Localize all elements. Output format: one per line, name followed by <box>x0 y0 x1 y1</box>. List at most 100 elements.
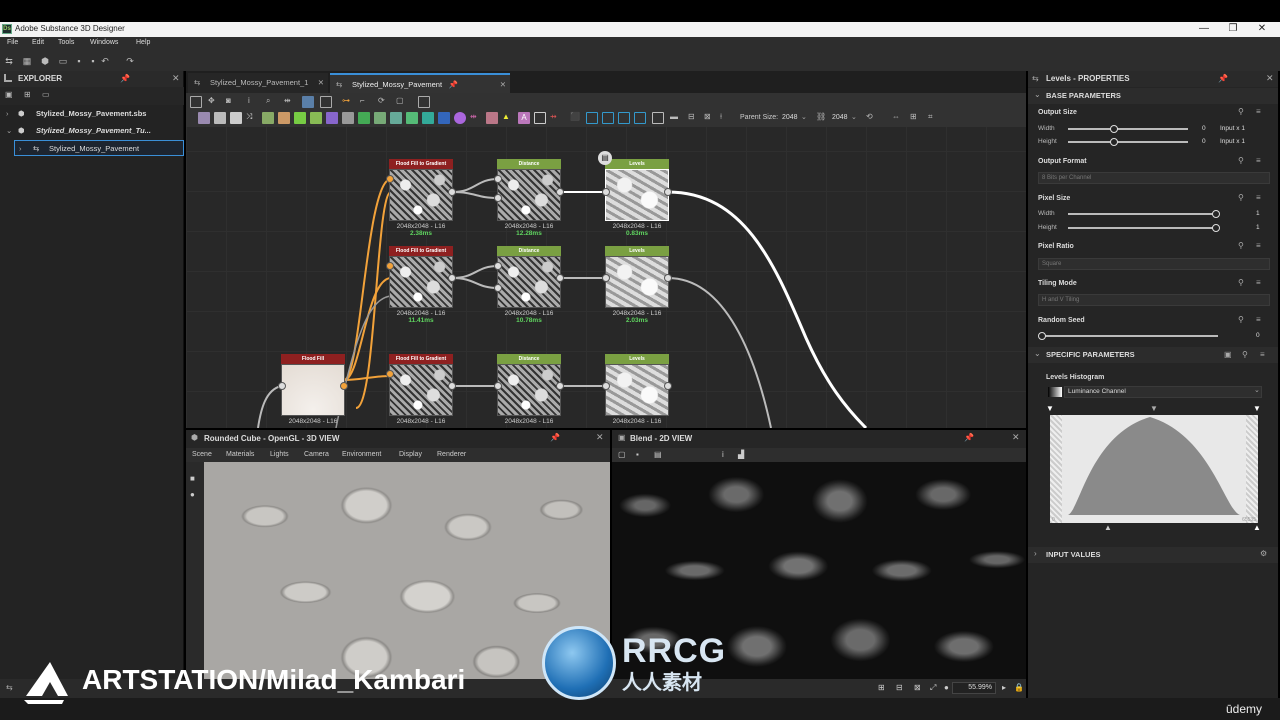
menu-file[interactable]: File <box>7 39 18 46</box>
snap-icon[interactable] <box>418 96 430 108</box>
pin-icon[interactable]: 📌 <box>449 75 458 95</box>
input-socket[interactable] <box>386 262 394 270</box>
console-icon[interactable]: ⇆ <box>6 683 13 692</box>
link-icon[interactable]: ⚲ <box>1238 156 1244 165</box>
open-icon[interactable]: ▭ <box>42 90 50 99</box>
chevron-down-icon[interactable]: ⌄ <box>6 123 12 139</box>
input-socket[interactable] <box>602 188 610 196</box>
menu-lights[interactable]: Lights <box>270 451 289 458</box>
node-pixel-processor-icon[interactable] <box>454 112 466 124</box>
random-seed-slider[interactable] <box>1042 335 1218 337</box>
package-icon[interactable]: ⬢ <box>40 56 50 66</box>
node-bitmap-icon[interactable] <box>198 112 210 124</box>
view-tree-icon[interactable] <box>618 112 630 124</box>
link-size-icon[interactable]: ⛓ <box>816 112 828 124</box>
node-hsl-icon[interactable] <box>326 112 338 124</box>
settings-icon[interactable]: ⚙ <box>1260 549 1267 558</box>
node-switch-icon[interactable] <box>486 112 498 124</box>
pixel-height-slider[interactable] <box>1068 227 1218 229</box>
search-icon[interactable]: ⌕ <box>266 96 278 108</box>
pin-node-icon[interactable]: ⬛ <box>570 112 582 124</box>
tab-graph-1[interactable]: ⇆ Stylized_Mossy_Pavement_1 ✕ <box>188 73 328 93</box>
section-base-parameters[interactable]: BASE PARAMETERS <box>1028 88 1278 104</box>
input-socket[interactable] <box>494 284 502 292</box>
node-blend-icon[interactable] <box>230 112 242 124</box>
link-icon[interactable]: ⚲ <box>1238 315 1244 324</box>
output-socket[interactable] <box>448 188 456 196</box>
channel-dropdown[interactable]: Luminance Channel <box>1064 386 1262 398</box>
node-distance[interactable]: Distance 2048x2048 - L16 <box>497 354 561 425</box>
export-icon[interactable]: ⊟ <box>688 112 700 124</box>
input-socket[interactable] <box>494 194 502 202</box>
close-icon[interactable]: ✕ <box>596 432 604 443</box>
pixel-ratio-dropdown[interactable]: Square <box>1038 258 1270 270</box>
input-socket[interactable] <box>494 175 502 183</box>
snap-grid-icon[interactable]: ⌗ <box>928 112 940 124</box>
layout-icon[interactable]: ▣ <box>1224 350 1232 359</box>
grid-icon[interactable] <box>320 96 332 108</box>
menu-icon[interactable]: ≡ <box>1256 278 1261 287</box>
copy-icon[interactable]: ▤ <box>654 450 662 459</box>
save-all-icon[interactable]: ▪ <box>88 56 98 66</box>
node-gradient-icon[interactable] <box>294 112 306 124</box>
output-height-knob[interactable] <box>1110 138 1118 146</box>
output-socket[interactable] <box>664 382 672 390</box>
tile-icon[interactable]: ⊟ <box>896 683 903 692</box>
frame-select-icon[interactable]: ▢ <box>396 96 408 108</box>
input-socket[interactable] <box>602 382 610 390</box>
node-value-icon[interactable]: ⇹ <box>470 112 482 124</box>
menu-windows[interactable]: Windows <box>90 39 118 46</box>
comment-icon[interactable]: ⇸ <box>550 112 562 124</box>
menu-icon[interactable]: ≡ <box>1256 156 1261 165</box>
settings-icon[interactable]: ≡ <box>1260 350 1265 359</box>
light-icon[interactable]: ● <box>190 490 195 499</box>
node-flood-fill-to-gradient[interactable]: Flood Fill to Gradient 2048x2048 - L16 2… <box>389 159 453 237</box>
node-uniform-icon[interactable] <box>214 112 226 124</box>
chevron-down-icon[interactable]: ⌄ <box>1034 90 1041 99</box>
node-shuffle-icon[interactable]: ⤨ <box>246 112 258 124</box>
node-levels-icon[interactable] <box>342 112 354 124</box>
output-width-mode[interactable]: Input x 1 <box>1220 125 1245 132</box>
node-normal-icon[interactable] <box>358 112 370 124</box>
menu-display[interactable]: Display <box>399 451 422 458</box>
node-sharpen-icon[interactable] <box>422 112 434 124</box>
size-dropdown[interactable]: 2048 <box>832 114 848 121</box>
input-socket[interactable] <box>494 382 502 390</box>
maximize-button[interactable]: ❐ <box>1219 22 1247 36</box>
menu-icon[interactable]: ≡ <box>1256 315 1261 324</box>
tree-item-package-2[interactable]: ⌄ ⬢ Stylized_Mossy_Pavement_Tu... <box>0 123 184 139</box>
new-package-icon[interactable]: ⊞ <box>24 90 31 99</box>
output-socket[interactable] <box>556 274 564 282</box>
close-icon[interactable]: ✕ <box>172 73 180 84</box>
channels-icon[interactable]: ⊠ <box>914 683 921 692</box>
minimize-button[interactable]: — <box>1190 22 1218 36</box>
bookmark-icon[interactable]: ⍿ <box>720 112 732 124</box>
random-seed-knob[interactable] <box>1038 332 1046 340</box>
align-icon[interactable]: ⌐ <box>360 96 372 108</box>
close-icon[interactable]: ✕ <box>1266 73 1274 84</box>
zoom-dropdown-icon[interactable]: ▸ <box>1002 683 1006 692</box>
pixel-width-knob[interactable] <box>1212 210 1220 218</box>
node-curve-icon[interactable] <box>310 112 322 124</box>
link-icon[interactable]: ⚲ <box>1242 350 1248 359</box>
link-icon[interactable]: ⇹ <box>284 96 296 108</box>
save-icon[interactable]: ▪ <box>636 450 639 459</box>
zoom-icon[interactable]: ● <box>944 683 949 692</box>
camera-icon[interactable]: ◙ <box>226 96 238 108</box>
output-socket[interactable] <box>664 188 672 196</box>
view-grid-icon[interactable] <box>586 112 598 124</box>
input-max-handle[interactable]: ▼ <box>1253 404 1261 413</box>
node-levels-selected[interactable]: Levels 2048x2048 - L16 0.83ms <box>605 159 669 237</box>
chevron-right-icon[interactable]: › <box>1034 549 1037 558</box>
chevron-right-icon[interactable]: › <box>6 106 9 122</box>
pin-icon[interactable]: 📌 <box>964 433 974 442</box>
node-warp-icon[interactable] <box>278 112 290 124</box>
tree-item-graph[interactable]: › ⇆ Stylized_Mossy_Pavement <box>14 140 184 156</box>
view-compact-icon[interactable] <box>652 112 664 124</box>
lock-icon[interactable]: 🔒 <box>1014 683 1024 692</box>
new-graph-icon[interactable]: ▦ <box>22 56 32 66</box>
redo-icon[interactable]: ↷ <box>125 56 135 66</box>
chevron-right-icon[interactable]: › <box>19 141 22 157</box>
menu-edit[interactable]: Edit <box>32 39 44 46</box>
input-mid-handle[interactable]: ▼ <box>1150 404 1158 413</box>
